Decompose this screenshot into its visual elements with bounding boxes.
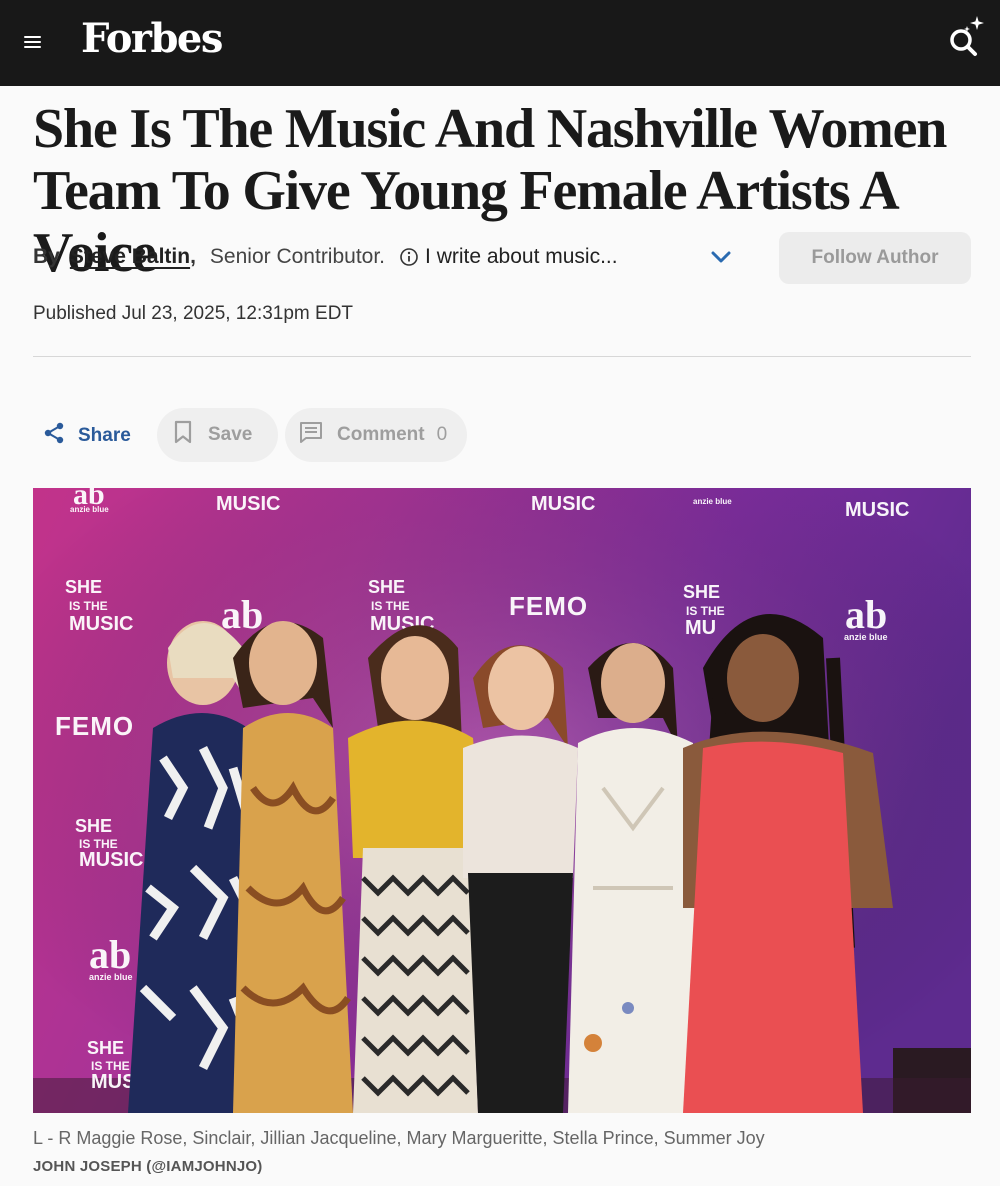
- share-button[interactable]: Share: [42, 410, 131, 462]
- svg-text:MU: MU: [685, 617, 716, 639]
- info-icon: [399, 247, 419, 267]
- svg-text:SHE: SHE: [368, 577, 405, 597]
- svg-text:ab: ab: [845, 592, 887, 637]
- comment-label: Comment: [337, 424, 425, 445]
- forbes-logo[interactable]: Forbes: [81, 14, 223, 64]
- svg-text:SHE: SHE: [65, 577, 102, 597]
- svg-text:anzie blue: anzie blue: [89, 972, 133, 982]
- hero-image: ab anzie blue MUSIC MUSIC MUSIC anzie bl…: [33, 488, 971, 1113]
- svg-text:ab: ab: [89, 932, 131, 977]
- svg-text:anzie blue: anzie blue: [70, 505, 109, 514]
- svg-text:ab: ab: [221, 592, 263, 637]
- svg-text:anzie blue: anzie blue: [693, 497, 732, 506]
- byline-comma: ,: [190, 245, 196, 268]
- svg-text:IS THE: IS THE: [371, 599, 410, 613]
- save-button[interactable]: Save: [157, 408, 278, 462]
- author-link[interactable]: Steve Baltin: [70, 245, 190, 269]
- svg-text:MUSIC: MUSIC: [69, 613, 133, 635]
- comment-count: 0: [436, 424, 448, 445]
- share-icon: [42, 421, 66, 451]
- follow-author-button[interactable]: Follow Author: [779, 232, 971, 284]
- byline: By Steve Baltin , Senior Contributor. I …: [33, 240, 618, 274]
- svg-text:SHE: SHE: [87, 1038, 124, 1058]
- chevron-down-icon[interactable]: [708, 244, 734, 270]
- photo-credit: JOHN JOSEPH (@IAMJOHNJO): [33, 1158, 263, 1175]
- svg-text:MUSIC: MUSIC: [216, 493, 280, 515]
- svg-text:IS THE: IS THE: [686, 604, 725, 618]
- save-label: Save: [208, 424, 253, 445]
- svg-text:IS THE: IS THE: [69, 599, 108, 613]
- divider: [33, 356, 971, 357]
- svg-text:FEMO: FEMO: [509, 591, 588, 621]
- comment-button[interactable]: Comment 0: [285, 408, 467, 462]
- share-label: Share: [78, 425, 131, 446]
- image-caption: L - R Maggie Rose, Sinclair, Jillian Jac…: [33, 1128, 765, 1148]
- svg-text:anzie blue: anzie blue: [844, 632, 888, 642]
- byline-by-label: By: [33, 245, 60, 268]
- svg-text:MUSIC: MUSIC: [845, 499, 909, 521]
- top-navigation-bar: Forbes: [0, 0, 1000, 86]
- search-icon[interactable]: [944, 12, 992, 60]
- bookmark-icon: [172, 420, 194, 450]
- hamburger-menu-icon[interactable]: [22, 31, 44, 53]
- published-date: Published Jul 23, 2025, 12:31pm EDT: [33, 303, 354, 324]
- author-bio-snippet: I write about music...: [425, 245, 618, 268]
- author-role: Senior Contributor.: [209, 245, 386, 268]
- svg-text:SHE: SHE: [683, 582, 720, 602]
- svg-text:FEMO: FEMO: [55, 711, 134, 741]
- svg-text:MUSIC: MUSIC: [79, 849, 143, 871]
- svg-text:MUSIC: MUSIC: [531, 493, 595, 515]
- svg-text:SHE: SHE: [75, 816, 112, 836]
- comment-icon: [299, 420, 323, 450]
